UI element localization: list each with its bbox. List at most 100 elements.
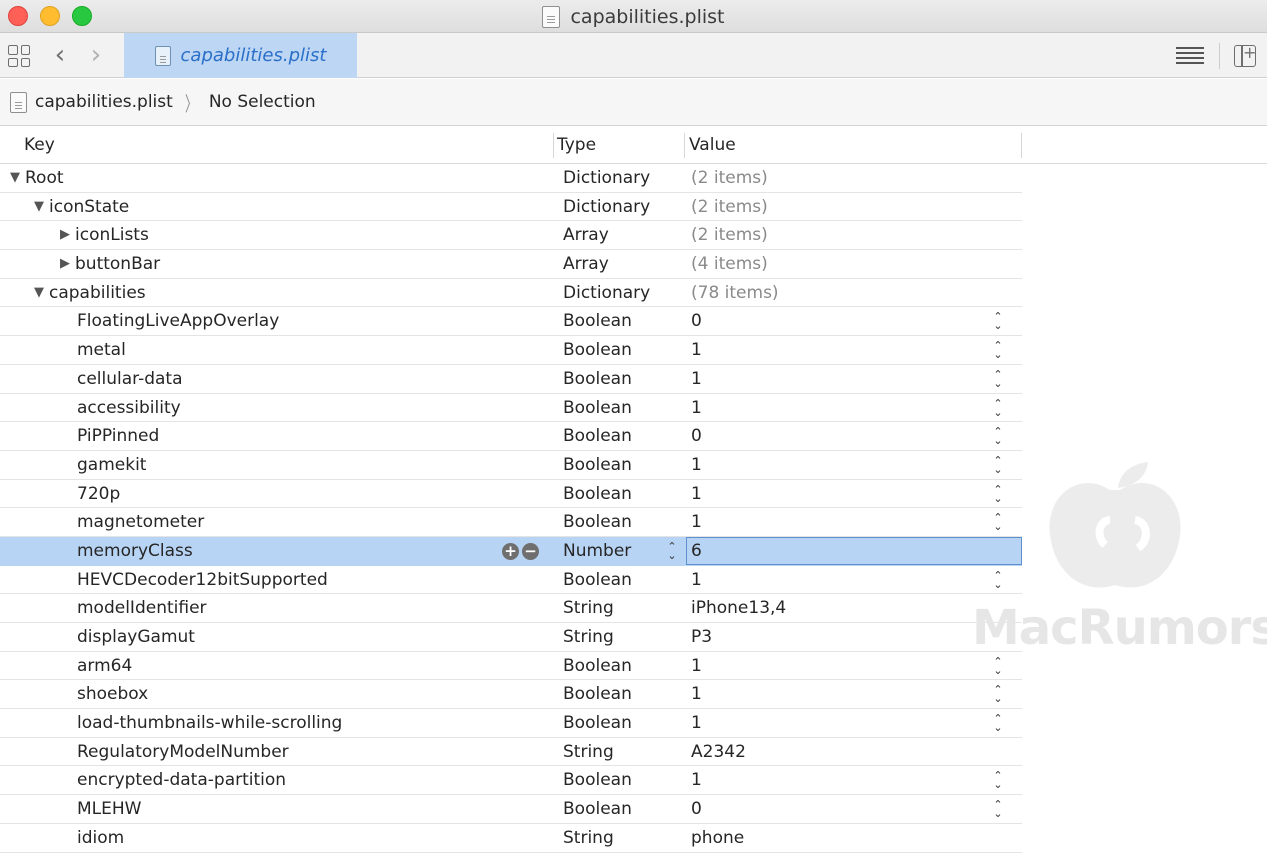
table-row[interactable]: ▶ iconLists Array (2 items) xyxy=(0,221,1022,251)
table-row[interactable]: accessibility Boolean 1 ⌃ ⌄ xyxy=(0,394,1022,423)
table-row[interactable]: gamekit Boolean 1 ⌃ ⌄ xyxy=(0,451,1022,480)
table-row[interactable]: arm64 Boolean 1 ⌃ ⌄ xyxy=(0,652,1022,681)
table-row[interactable]: ▼ capabilities Dictionary (78 items) xyxy=(0,279,1022,308)
type-stepper-icon[interactable]: ⌃ ⌄ xyxy=(664,540,680,562)
type-cell[interactable]: Dictionary xyxy=(563,279,650,307)
table-row[interactable]: MLEHW Boolean 0 ⌃ ⌄ xyxy=(0,795,1022,824)
add-panel-icon[interactable] xyxy=(1234,43,1256,67)
stepper-icon[interactable]: ⌃ ⌄ xyxy=(990,397,1006,419)
back-icon[interactable]: ‹ xyxy=(48,33,72,78)
type-cell[interactable]: String xyxy=(563,594,614,622)
stepper-icon[interactable]: ⌃ ⌄ xyxy=(990,769,1006,791)
stepper-icon[interactable]: ⌃ ⌄ xyxy=(990,483,1006,505)
type-cell[interactable]: Boolean xyxy=(563,652,632,680)
table-row[interactable]: magnetometer Boolean 1 ⌃ ⌄ xyxy=(0,508,1022,537)
type-cell[interactable]: Boolean xyxy=(563,566,632,594)
table-row[interactable]: ▶ buttonBar Array (4 items) xyxy=(0,250,1022,279)
add-icon[interactable]: + xyxy=(502,542,519,560)
table-row[interactable]: cellular-data Boolean 1 ⌃ ⌄ xyxy=(0,365,1022,394)
value-cell[interactable]: 1 xyxy=(691,451,702,479)
stepper-icon[interactable]: ⌃ ⌄ xyxy=(990,798,1006,820)
column-divider[interactable] xyxy=(1021,133,1022,158)
stepper-icon[interactable]: ⌃ ⌄ xyxy=(990,569,1006,591)
tab-capabilities-plist[interactable]: capabilities.plist xyxy=(124,33,357,78)
value-cell[interactable]: P3 xyxy=(691,623,712,651)
stepper-icon[interactable]: ⌃ ⌄ xyxy=(990,425,1006,447)
type-cell[interactable]: Boolean xyxy=(563,795,632,823)
table-row[interactable]: idiom String phone xyxy=(0,824,1022,853)
stepper-icon[interactable]: ⌃ ⌄ xyxy=(990,310,1006,332)
type-cell[interactable]: String xyxy=(563,623,614,651)
breadcrumb-selection[interactable]: No Selection xyxy=(209,92,316,112)
type-cell[interactable]: Boolean xyxy=(563,680,632,708)
value-cell[interactable]: 1 xyxy=(691,365,702,393)
value-cell[interactable]: 1 xyxy=(691,652,702,680)
stepper-icon[interactable]: ⌃ ⌄ xyxy=(990,683,1006,705)
type-cell[interactable]: Boolean xyxy=(563,709,632,737)
lines-icon[interactable] xyxy=(1176,47,1204,65)
type-cell[interactable]: Boolean xyxy=(563,307,632,335)
value-cell[interactable]: 1 xyxy=(691,480,702,508)
table-row[interactable]: 720p Boolean 1 ⌃ ⌄ xyxy=(0,480,1022,509)
value-cell[interactable]: 0 xyxy=(691,422,702,450)
stepper-icon[interactable]: ⌃ ⌄ xyxy=(990,712,1006,734)
type-cell[interactable]: Number xyxy=(563,537,631,565)
value-cell[interactable]: iPhone13,4 xyxy=(691,594,786,622)
type-cell[interactable]: Dictionary xyxy=(563,193,650,221)
disclosure-triangle-icon[interactable]: ▶ xyxy=(58,250,72,278)
value-cell[interactable]: A2342 xyxy=(691,738,746,766)
table-row[interactable]: displayGamut String P3 xyxy=(0,623,1022,652)
breadcrumb-file[interactable]: capabilities.plist xyxy=(35,92,173,112)
value-cell[interactable]: 1 xyxy=(691,508,702,536)
value-cell[interactable]: 1 xyxy=(691,336,702,364)
stepper-icon[interactable]: ⌃ ⌄ xyxy=(990,368,1006,390)
type-cell[interactable]: Boolean xyxy=(563,394,632,422)
table-row[interactable]: FloatingLiveAppOverlay Boolean 0 ⌃ ⌄ xyxy=(0,307,1022,337)
value-edit-field[interactable]: 6 xyxy=(686,536,1022,565)
forward-icon[interactable]: › xyxy=(84,33,108,78)
type-cell[interactable]: Dictionary xyxy=(563,164,650,192)
type-cell[interactable]: Boolean xyxy=(563,508,632,536)
column-divider[interactable] xyxy=(553,133,554,158)
table-row[interactable]: PiPPinned Boolean 0 ⌃ ⌄ xyxy=(0,422,1022,451)
disclosure-triangle-icon[interactable]: ▼ xyxy=(8,164,22,192)
stepper-icon[interactable]: ⌃ ⌄ xyxy=(990,511,1006,533)
table-row[interactable]: shoebox Boolean 1 ⌃ ⌄ xyxy=(0,680,1022,710)
table-row[interactable]: load-thumbnails-while-scrolling Boolean 1 ⌃… xyxy=(0,709,1022,738)
value-cell[interactable]: 1 xyxy=(691,709,702,737)
disclosure-triangle-icon[interactable]: ▼ xyxy=(32,193,46,221)
table-row[interactable]: encrypted-data-partition Boolean 1 ⌃ ⌄ xyxy=(0,766,1022,796)
table-row[interactable]: HEVCDecoder12bitSupported Boolean 1 ⌃ ⌄ xyxy=(0,566,1022,595)
value-cell[interactable]: 1 xyxy=(691,566,702,594)
type-cell[interactable]: Boolean xyxy=(563,365,632,393)
table-row[interactable]: ▼ Root Dictionary (2 items) xyxy=(0,164,1022,193)
stepper-icon[interactable]: ⌃ ⌄ xyxy=(990,655,1006,677)
type-cell[interactable]: Boolean xyxy=(563,480,632,508)
value-cell[interactable]: phone xyxy=(691,824,744,852)
disclosure-triangle-icon[interactable]: ▶ xyxy=(58,221,72,249)
remove-icon[interactable]: − xyxy=(522,542,539,560)
column-header-value[interactable]: Value xyxy=(689,127,736,164)
type-cell[interactable]: Boolean xyxy=(563,451,632,479)
type-cell[interactable]: Array xyxy=(563,250,609,278)
value-cell[interactable]: 1 xyxy=(691,766,702,794)
table-row[interactable]: memoryClass + − Number ⌃ ⌄ 6 xyxy=(0,536,1022,566)
value-cell[interactable]: 1 xyxy=(691,394,702,422)
stepper-icon[interactable]: ⌃ ⌄ xyxy=(990,454,1006,476)
value-cell[interactable]: 1 xyxy=(691,680,702,708)
column-header-type[interactable]: Type xyxy=(557,127,596,164)
type-cell[interactable]: String xyxy=(563,738,614,766)
table-row[interactable]: metal Boolean 1 ⌃ ⌄ xyxy=(0,336,1022,365)
type-cell[interactable]: Boolean xyxy=(563,766,632,794)
table-row[interactable]: ▼ iconState Dictionary (2 items) xyxy=(0,193,1022,222)
grid-icon[interactable] xyxy=(8,45,30,67)
type-cell[interactable]: Boolean xyxy=(563,422,632,450)
type-cell[interactable]: Array xyxy=(563,221,609,249)
value-cell[interactable]: 0 xyxy=(691,795,702,823)
column-header-key[interactable]: Key xyxy=(24,127,55,164)
column-divider[interactable] xyxy=(684,133,685,158)
disclosure-triangle-icon[interactable]: ▼ xyxy=(32,279,46,307)
stepper-icon[interactable]: ⌃ ⌄ xyxy=(990,339,1006,361)
value-cell[interactable]: 0 xyxy=(691,307,702,335)
table-row[interactable]: modelIdentifier String iPhone13,4 xyxy=(0,594,1022,623)
